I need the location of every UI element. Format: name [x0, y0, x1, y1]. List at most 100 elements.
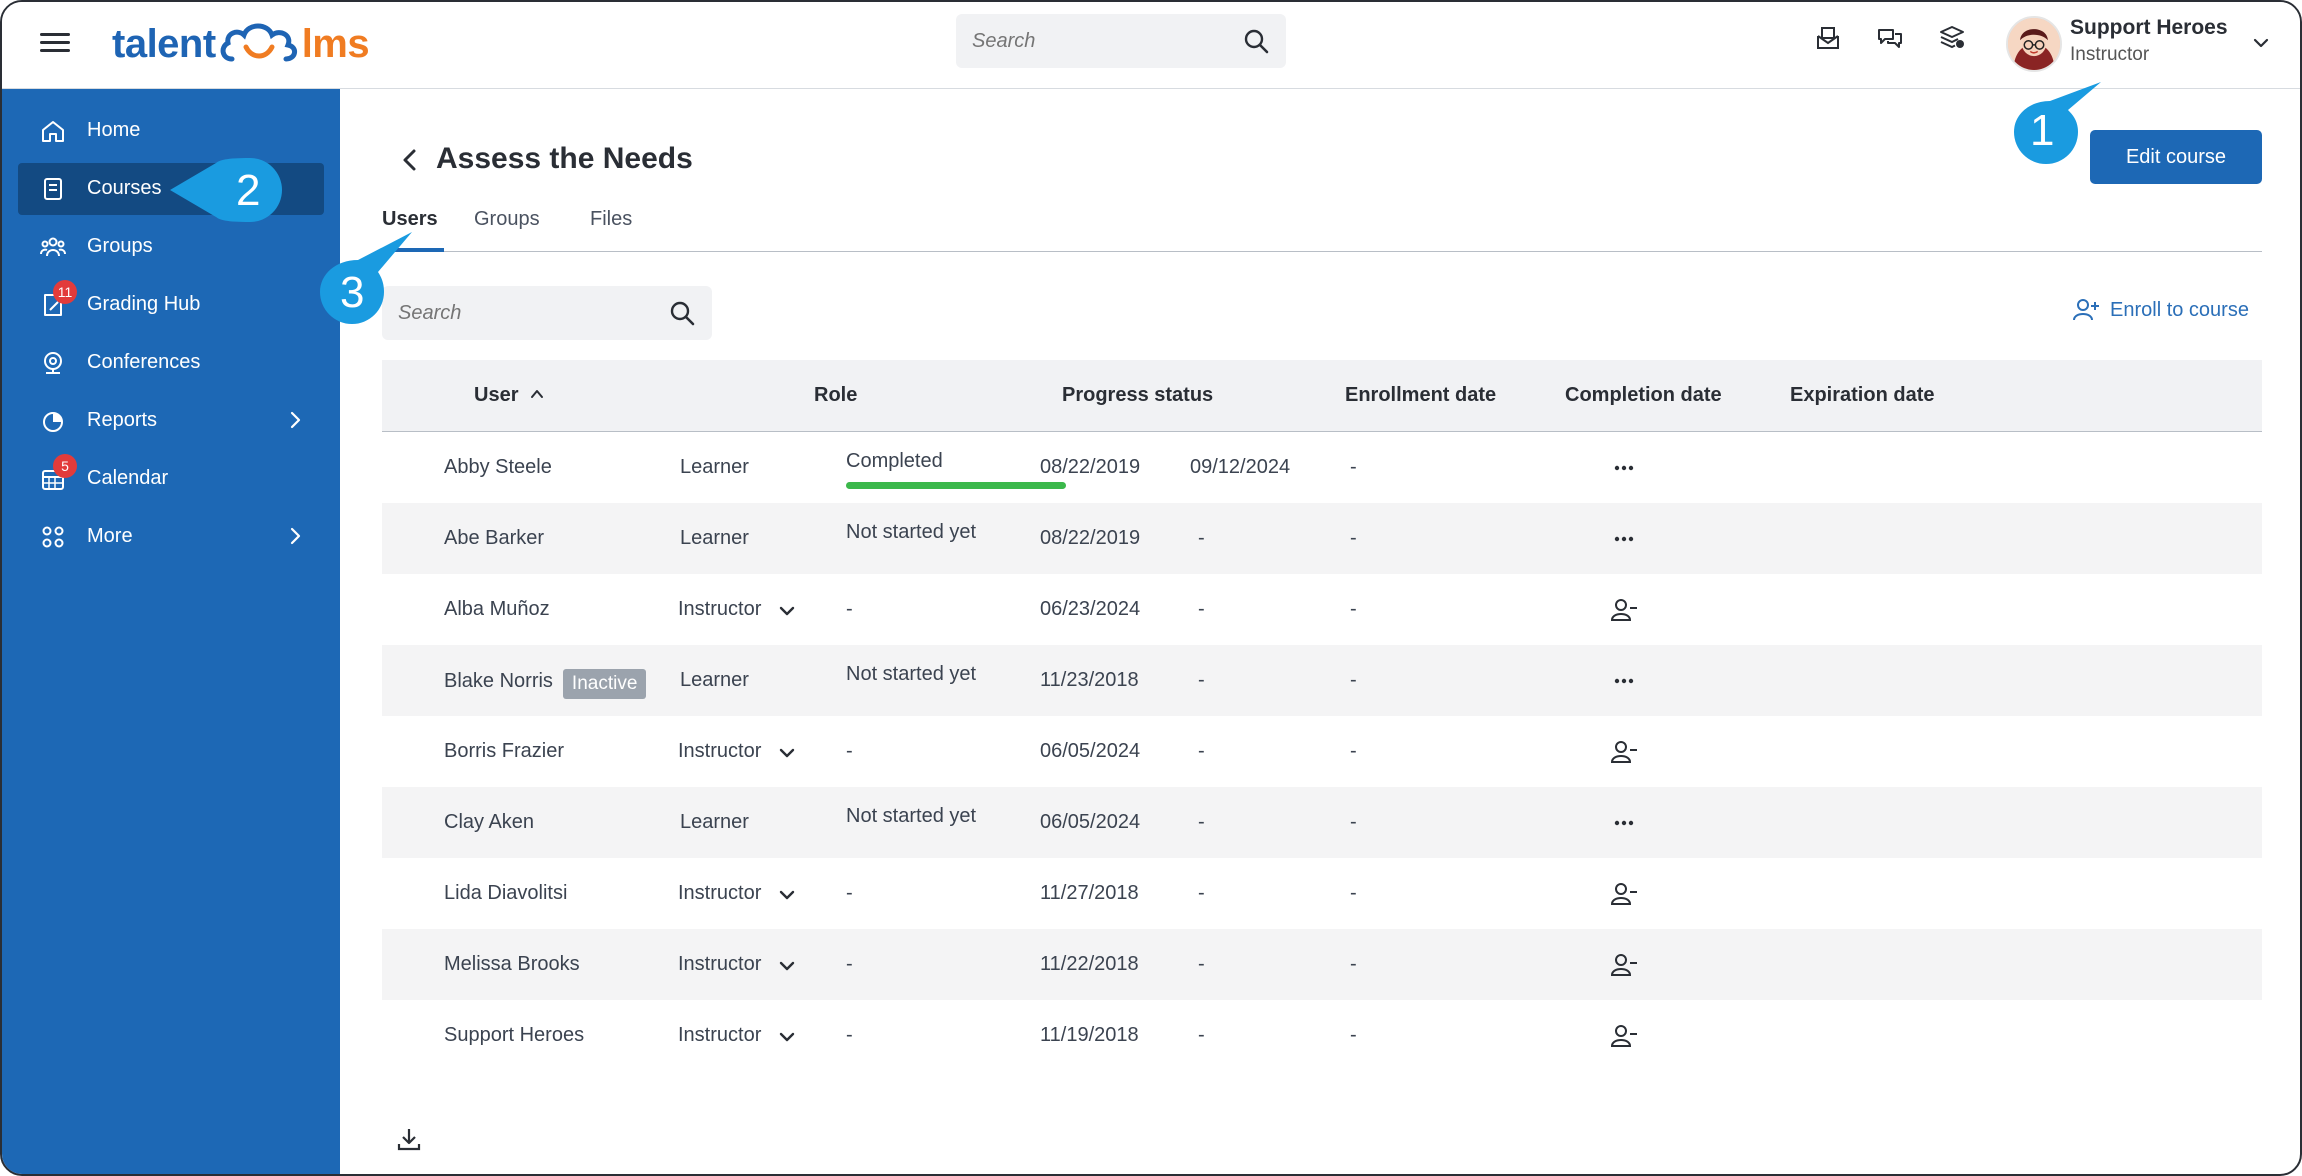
chevron-right-icon — [290, 411, 301, 429]
expiration-date-cell: - — [1350, 953, 1357, 975]
column-header-expiration[interactable]: Expiration date — [1790, 384, 1934, 407]
completion-date-cell: - — [1198, 1024, 1205, 1046]
chevron-down-icon[interactable] — [776, 742, 798, 764]
avatar[interactable] — [2006, 16, 2062, 72]
enrollment-date-cell: 11/19/2018 — [1040, 1024, 1139, 1046]
role-cell[interactable]: Instructor — [678, 953, 761, 976]
sidebar-item-label: More — [87, 525, 133, 547]
callout-3: 3 — [318, 232, 428, 332]
users-search-input[interactable] — [398, 301, 668, 325]
more-options-icon[interactable] — [1610, 525, 1638, 553]
inactive-badge: Inactive — [562, 669, 647, 699]
remove-user-icon[interactable] — [1610, 1022, 1638, 1050]
tab-files[interactable]: Files — [590, 198, 632, 252]
table-row[interactable]: Melissa Brooks Instructor - 11/22/2018 - - — [382, 929, 2262, 1000]
user-name-cell[interactable]: Abby Steele — [444, 456, 552, 479]
tab-groups[interactable]: Groups — [474, 198, 540, 252]
user-name-cell[interactable]: Clay Aken — [444, 811, 534, 834]
enrollment-date-cell: 11/23/2018 — [1040, 669, 1139, 691]
column-header-progress[interactable]: Progress status — [1062, 384, 1213, 407]
table-row[interactable]: Alba Muñoz Instructor - 06/23/2024 - - — [382, 574, 2262, 645]
sidebar-item-reports[interactable]: Reports — [18, 395, 324, 447]
expiration-date-cell: - — [1350, 811, 1357, 833]
chevron-down-icon[interactable] — [776, 1026, 798, 1048]
global-search[interactable] — [956, 14, 1286, 68]
sidebar: Home Courses Groups 11 Grading Hub Confe… — [2, 89, 340, 1174]
column-header-completion[interactable]: Completion date — [1565, 384, 1722, 407]
user-name-cell[interactable]: Melissa Brooks — [444, 953, 580, 976]
home-icon — [42, 121, 64, 142]
expiration-date-cell: - — [1350, 598, 1357, 620]
callout-1: 1 — [2006, 80, 2116, 172]
logo[interactable]: talent lms — [112, 14, 370, 74]
catalog-icon[interactable] — [1938, 24, 1966, 52]
more-options-icon[interactable] — [1610, 454, 1638, 482]
progress-status-cell: Completed — [846, 450, 943, 472]
global-search-input[interactable] — [972, 29, 1242, 53]
table-row[interactable]: Abby Steele Learner Completed 08/22/2019 09/… — [382, 432, 2262, 503]
table-row[interactable]: Abe Barker Learner Not started yet 08/22/20… — [382, 503, 2262, 574]
calendar-badge: 5 — [53, 454, 77, 478]
user-name-cell[interactable]: Alba Muñoz — [444, 598, 550, 621]
sidebar-item-conferences[interactable]: Conferences — [18, 337, 324, 389]
user-name-cell[interactable]: Abe Barker — [444, 527, 544, 550]
completion-date-cell: - — [1198, 598, 1205, 620]
more-options-icon[interactable] — [1610, 809, 1638, 837]
column-header-user[interactable]: User — [474, 384, 546, 407]
enrollment-date-cell: 08/22/2019 — [1040, 456, 1141, 478]
users-search[interactable] — [382, 286, 712, 340]
cloud-logo-icon — [220, 23, 297, 62]
callout-number: 2 — [236, 166, 261, 215]
role-cell[interactable]: Instructor — [678, 740, 761, 763]
role-cell[interactable]: Instructor — [678, 598, 761, 621]
enroll-to-course-link[interactable]: Enroll to course — [2072, 296, 2249, 324]
role-cell: Learner — [680, 811, 749, 833]
chevron-down-icon[interactable] — [776, 955, 798, 977]
sort-ascending-icon[interactable] — [528, 385, 546, 403]
role-cell[interactable]: Instructor — [678, 882, 761, 905]
remove-user-icon[interactable] — [1610, 951, 1638, 979]
completion-date-cell: 09/12/2024 — [1190, 456, 1291, 478]
table-row[interactable]: Borris Frazier Instructor - 06/05/2024 - - — [382, 716, 2262, 787]
sidebar-item-label: Grading Hub — [87, 293, 201, 315]
add-user-icon — [2073, 299, 2099, 321]
expiration-date-cell: - — [1350, 1024, 1357, 1046]
sidebar-item-more[interactable]: More — [18, 511, 324, 563]
logo-text-lms: lms — [301, 21, 370, 66]
inbox-icon[interactable] — [1814, 24, 1842, 52]
sidebar-item-calendar[interactable]: 5 Calendar — [18, 453, 324, 505]
back-arrow-icon[interactable] — [396, 146, 424, 174]
column-header-enrollment[interactable]: Enrollment date — [1345, 384, 1496, 407]
table-row[interactable]: Support Heroes Instructor - 11/19/2018 - - — [382, 1000, 2262, 1071]
column-header-role[interactable]: Role — [814, 384, 857, 407]
user-name-cell[interactable]: Lida Diavolitsi — [444, 882, 567, 905]
search-icon[interactable] — [668, 299, 696, 327]
logo-text-talent: talent — [112, 21, 216, 66]
profile-name: Support Heroes — [2070, 16, 2228, 39]
user-name-cell[interactable]: Blake Norris Inactive — [444, 669, 647, 699]
progress-status-cell: - — [846, 953, 853, 975]
chevron-down-icon[interactable] — [776, 884, 798, 906]
table-row[interactable]: Clay Aken Learner Not started yet 06/05/202… — [382, 787, 2262, 858]
search-icon[interactable] — [1242, 27, 1270, 55]
sidebar-item-label: Groups — [87, 235, 153, 257]
sidebar-item-grading-hub[interactable]: 11 Grading Hub — [18, 279, 324, 331]
table-row[interactable]: Lida Diavolitsi Instructor - 11/27/2018 - - — [382, 858, 2262, 929]
hamburger-menu-icon[interactable] — [40, 28, 70, 58]
download-icon[interactable] — [396, 1126, 422, 1152]
sidebar-item-label: Calendar — [87, 467, 169, 489]
sidebar-item-label: Reports — [87, 409, 158, 431]
chevron-down-icon[interactable] — [776, 600, 798, 622]
chevron-down-icon[interactable] — [2250, 32, 2272, 54]
profile-menu[interactable]: Support Heroes Instructor — [2006, 12, 2276, 78]
user-name-cell[interactable]: Borris Frazier — [444, 740, 564, 763]
user-name-cell[interactable]: Support Heroes — [444, 1024, 584, 1047]
expiration-date-cell: - — [1350, 740, 1357, 762]
chat-icon[interactable] — [1876, 24, 1904, 52]
remove-user-icon[interactable] — [1610, 880, 1638, 908]
remove-user-icon[interactable] — [1610, 596, 1638, 624]
more-options-icon[interactable] — [1610, 667, 1638, 695]
table-row[interactable]: Blake Norris Inactive Learner Not started y… — [382, 645, 2262, 716]
remove-user-icon[interactable] — [1610, 738, 1638, 766]
role-cell[interactable]: Instructor — [678, 1024, 761, 1047]
